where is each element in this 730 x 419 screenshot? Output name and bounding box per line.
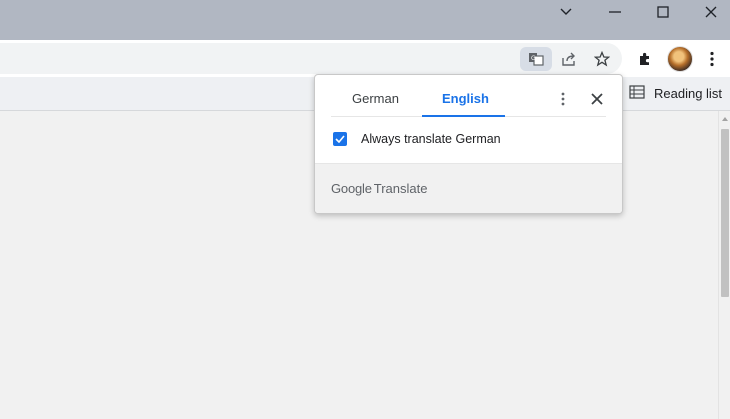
vertical-scrollbar[interactable] — [718, 111, 730, 419]
share-icon[interactable] — [559, 49, 579, 69]
maximize-icon[interactable] — [643, 0, 683, 24]
google-logo-text: Google — [331, 181, 372, 196]
checkmark-icon — [335, 135, 345, 143]
kebab-menu-icon[interactable] — [701, 48, 723, 70]
translate-icon[interactable]: G — [520, 47, 552, 71]
google-translate-branding: Google Translate — [331, 181, 427, 196]
translate-text: Translate — [373, 181, 428, 196]
scroll-thumb[interactable] — [721, 129, 729, 297]
extensions-icon[interactable] — [634, 48, 656, 70]
always-translate-checkbox[interactable] — [333, 132, 347, 146]
tab-english[interactable]: English — [442, 91, 489, 106]
close-window-icon[interactable] — [691, 0, 730, 24]
svg-text:G: G — [531, 55, 536, 62]
more-options-icon[interactable] — [553, 89, 573, 109]
address-bar[interactable]: G — [0, 43, 622, 74]
minimize-icon[interactable] — [595, 0, 635, 24]
close-popup-icon[interactable] — [587, 89, 607, 109]
tab-search-chevron-down-icon[interactable] — [546, 0, 586, 24]
always-translate-label[interactable]: Always translate German — [361, 132, 501, 146]
scroll-up-arrow[interactable] — [722, 117, 728, 121]
tab-selected-indicator — [422, 115, 505, 117]
reading-list-icon — [629, 84, 645, 102]
reading-list-button[interactable]: Reading list — [629, 83, 722, 103]
reading-list-label: Reading list — [654, 85, 722, 101]
browser-toolbar: G — [0, 40, 730, 77]
bookmark-star-icon[interactable] — [592, 49, 612, 69]
popup-footer: Google Translate — [315, 163, 622, 213]
profile-avatar[interactable] — [667, 46, 693, 72]
translate-popup: German English Always translate German G… — [314, 74, 623, 214]
window-titlebar — [0, 0, 730, 40]
tab-german[interactable]: German — [352, 91, 399, 106]
